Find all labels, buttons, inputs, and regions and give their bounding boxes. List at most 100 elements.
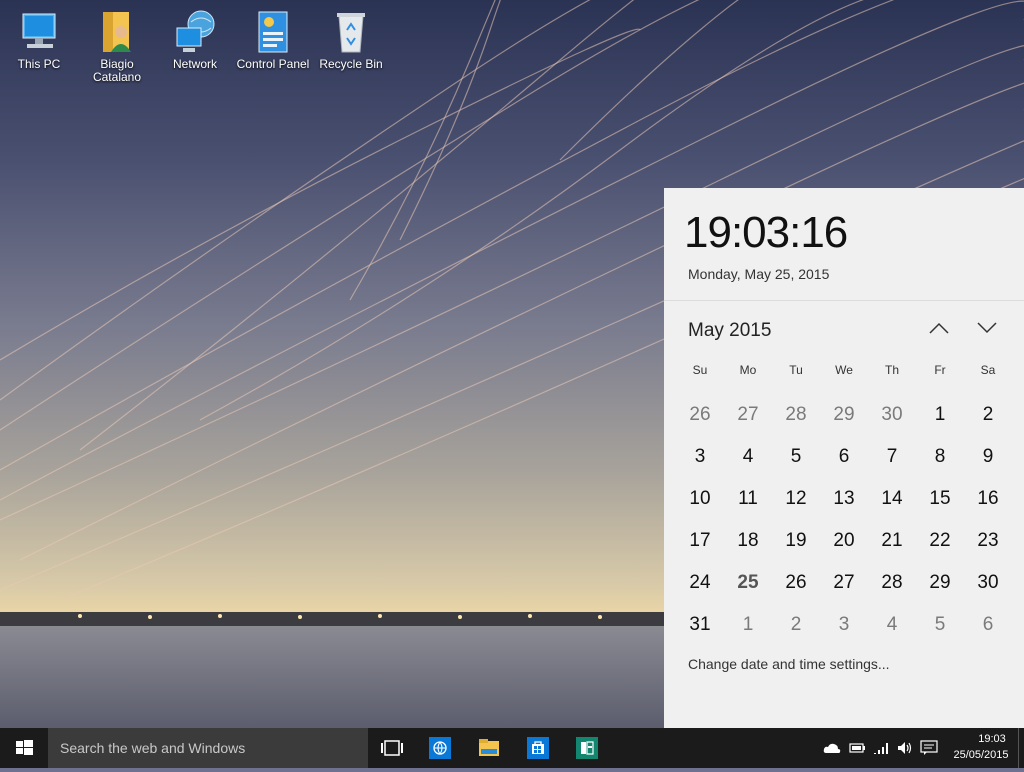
desktop-icon-label: Network — [172, 57, 217, 71]
calendar-day[interactable]: 16 — [964, 478, 1012, 520]
calendar-week-row: 17 18 19 20 21 22 23 — [676, 520, 1012, 562]
calendar-day[interactable]: 27 — [724, 394, 772, 436]
calendar-day[interactable]: 1 — [916, 394, 964, 436]
action-center-icon[interactable] — [920, 740, 938, 756]
calendar-day[interactable]: 18 — [724, 520, 772, 562]
calendar-day[interactable]: 28 — [772, 394, 820, 436]
browser-taskbar-button[interactable] — [417, 728, 465, 768]
calendar-day[interactable]: 10 — [676, 478, 724, 520]
browser-icon — [429, 737, 451, 759]
flyout-divider — [664, 300, 1024, 301]
weekday-label: Fr — [934, 363, 946, 377]
desktop-icon-control-panel[interactable]: Control Panel — [234, 8, 312, 71]
calendar-day[interactable]: 8 — [916, 436, 964, 478]
show-desktop-button[interactable] — [1018, 728, 1024, 768]
store-taskbar-button[interactable] — [515, 728, 563, 768]
calendar-day[interactable]: 2 — [772, 604, 820, 646]
desktop-icon-this-pc[interactable]: This PC — [0, 8, 78, 71]
calendar-week-row: 31 1 2 3 4 5 6 — [676, 604, 1012, 646]
start-button[interactable] — [0, 728, 48, 768]
weekday-label: We — [835, 363, 853, 377]
calendar-day[interactable]: 21 — [868, 520, 916, 562]
calendar-day[interactable]: 5 — [772, 436, 820, 478]
store-icon — [527, 737, 549, 759]
app-icon — [576, 737, 598, 759]
calendar-day[interactable]: 23 — [964, 520, 1012, 562]
calendar-day[interactable]: 14 — [868, 478, 916, 520]
calendar-day[interactable]: 29 — [820, 394, 868, 436]
desktop-icon-label: Catalano — [92, 70, 142, 84]
calendar-week-row: 10 11 12 13 14 15 16 — [676, 478, 1012, 520]
desktop-icon-label: Recycle Bin — [319, 57, 383, 71]
network-icon — [171, 8, 219, 56]
recycle-bin-icon — [327, 8, 375, 56]
calendar-day[interactable]: 4 — [868, 604, 916, 646]
calendar-day[interactable]: 17 — [676, 520, 724, 562]
calendar-day[interactable]: 31 — [676, 604, 724, 646]
calendar-month-label[interactable]: May 2015 — [688, 320, 771, 342]
calendar-day[interactable]: 12 — [772, 478, 820, 520]
calendar-day[interactable]: 5 — [916, 604, 964, 646]
calendar-day[interactable]: 30 — [964, 562, 1012, 604]
calendar-day[interactable]: 7 — [868, 436, 916, 478]
wifi-icon[interactable] — [873, 740, 891, 756]
calendar-day[interactable]: 20 — [820, 520, 868, 562]
task-view-button[interactable] — [368, 728, 416, 768]
task-view-icon — [381, 740, 403, 756]
calendar-day[interactable]: 19 — [772, 520, 820, 562]
calendar-week-row: 26 27 28 29 30 1 2 — [676, 394, 1012, 436]
calendar-day[interactable]: 13 — [820, 478, 868, 520]
taskbar: Search the web and Windows 19:03 25/05/2… — [0, 728, 1024, 768]
calendar-weeks: 26 27 28 29 30 1 2 3 4 5 6 7 8 9 10 11 12 13 14 15 16 17 18 19 2… — [676, 394, 1012, 646]
weekday-label: Sa — [980, 363, 996, 377]
calendar-day[interactable]: 29 — [916, 562, 964, 604]
calendar-day[interactable]: 11 — [724, 478, 772, 520]
file-explorer-taskbar-button[interactable] — [466, 728, 514, 768]
calendar-week-row: 3456789 — [676, 436, 1012, 478]
battery-icon[interactable] — [848, 740, 866, 756]
calendar-day[interactable]: 3 — [820, 604, 868, 646]
change-date-time-settings-link[interactable]: Change date and time settings... — [688, 656, 890, 672]
weekday-label: Th — [884, 363, 899, 377]
volume-icon[interactable] — [896, 740, 914, 756]
windows-logo-icon — [16, 740, 33, 755]
chevron-down-icon — [977, 322, 997, 334]
calendar-week-row: 24 25 26 27 28 29 30 — [676, 562, 1012, 604]
calendar-day[interactable]: 1 — [724, 604, 772, 646]
calendar-day[interactable]: 26 — [772, 562, 820, 604]
taskbar-clock-time[interactable]: 19:03 — [968, 733, 1016, 745]
app-taskbar-button[interactable] — [564, 728, 612, 768]
weekday-label: Su — [692, 363, 708, 377]
this-pc-icon — [15, 8, 63, 56]
clock-date: Monday, May 25, 2015 — [688, 266, 830, 282]
calendar-day[interactable]: 4 — [724, 436, 772, 478]
desktop-icon-network[interactable]: Network — [156, 8, 234, 71]
calendar-day[interactable]: 6 — [964, 604, 1012, 646]
calendar-day[interactable]: 28 — [868, 562, 916, 604]
weekday-header-row: Su Mo Tu We Th Fr Sa — [676, 360, 1012, 394]
desktop-icon-user-folder[interactable]: Biagio Catalano — [78, 8, 156, 84]
calendar-day[interactable]: 26 — [676, 394, 724, 436]
calendar-day[interactable]: 30 — [868, 394, 916, 436]
search-box[interactable]: Search the web and Windows — [48, 728, 368, 768]
user-folder-icon — [93, 8, 141, 56]
desktop-icon-label: Control Panel — [236, 57, 310, 71]
calendar-day[interactable]: 3 — [676, 436, 724, 478]
calendar-day[interactable]: 15 — [916, 478, 964, 520]
onedrive-cloud-icon[interactable] — [823, 740, 841, 756]
calendar-day[interactable]: 22 — [916, 520, 964, 562]
taskbar-clock-date[interactable]: 25/05/2015 — [946, 749, 1016, 761]
calendar-day[interactable]: 2 — [964, 394, 1012, 436]
calendar-day[interactable]: 24 — [676, 562, 724, 604]
desktop-icon-recycle-bin[interactable]: Recycle Bin — [312, 8, 390, 71]
next-month-button[interactable] — [972, 318, 1002, 344]
clock-time: 19:03:16 — [684, 208, 848, 257]
calendar-day[interactable]: 6 — [820, 436, 868, 478]
calendar-day-today[interactable]: 25 — [724, 562, 772, 604]
calendar-day[interactable]: 27 — [820, 562, 868, 604]
calendar-day[interactable]: 9 — [964, 436, 1012, 478]
clock-calendar-flyout: 19:03:16 Monday, May 25, 2015 May 2015 S… — [664, 188, 1024, 728]
chevron-up-icon — [929, 322, 949, 334]
previous-month-button[interactable] — [924, 318, 954, 344]
file-explorer-icon — [478, 737, 500, 759]
